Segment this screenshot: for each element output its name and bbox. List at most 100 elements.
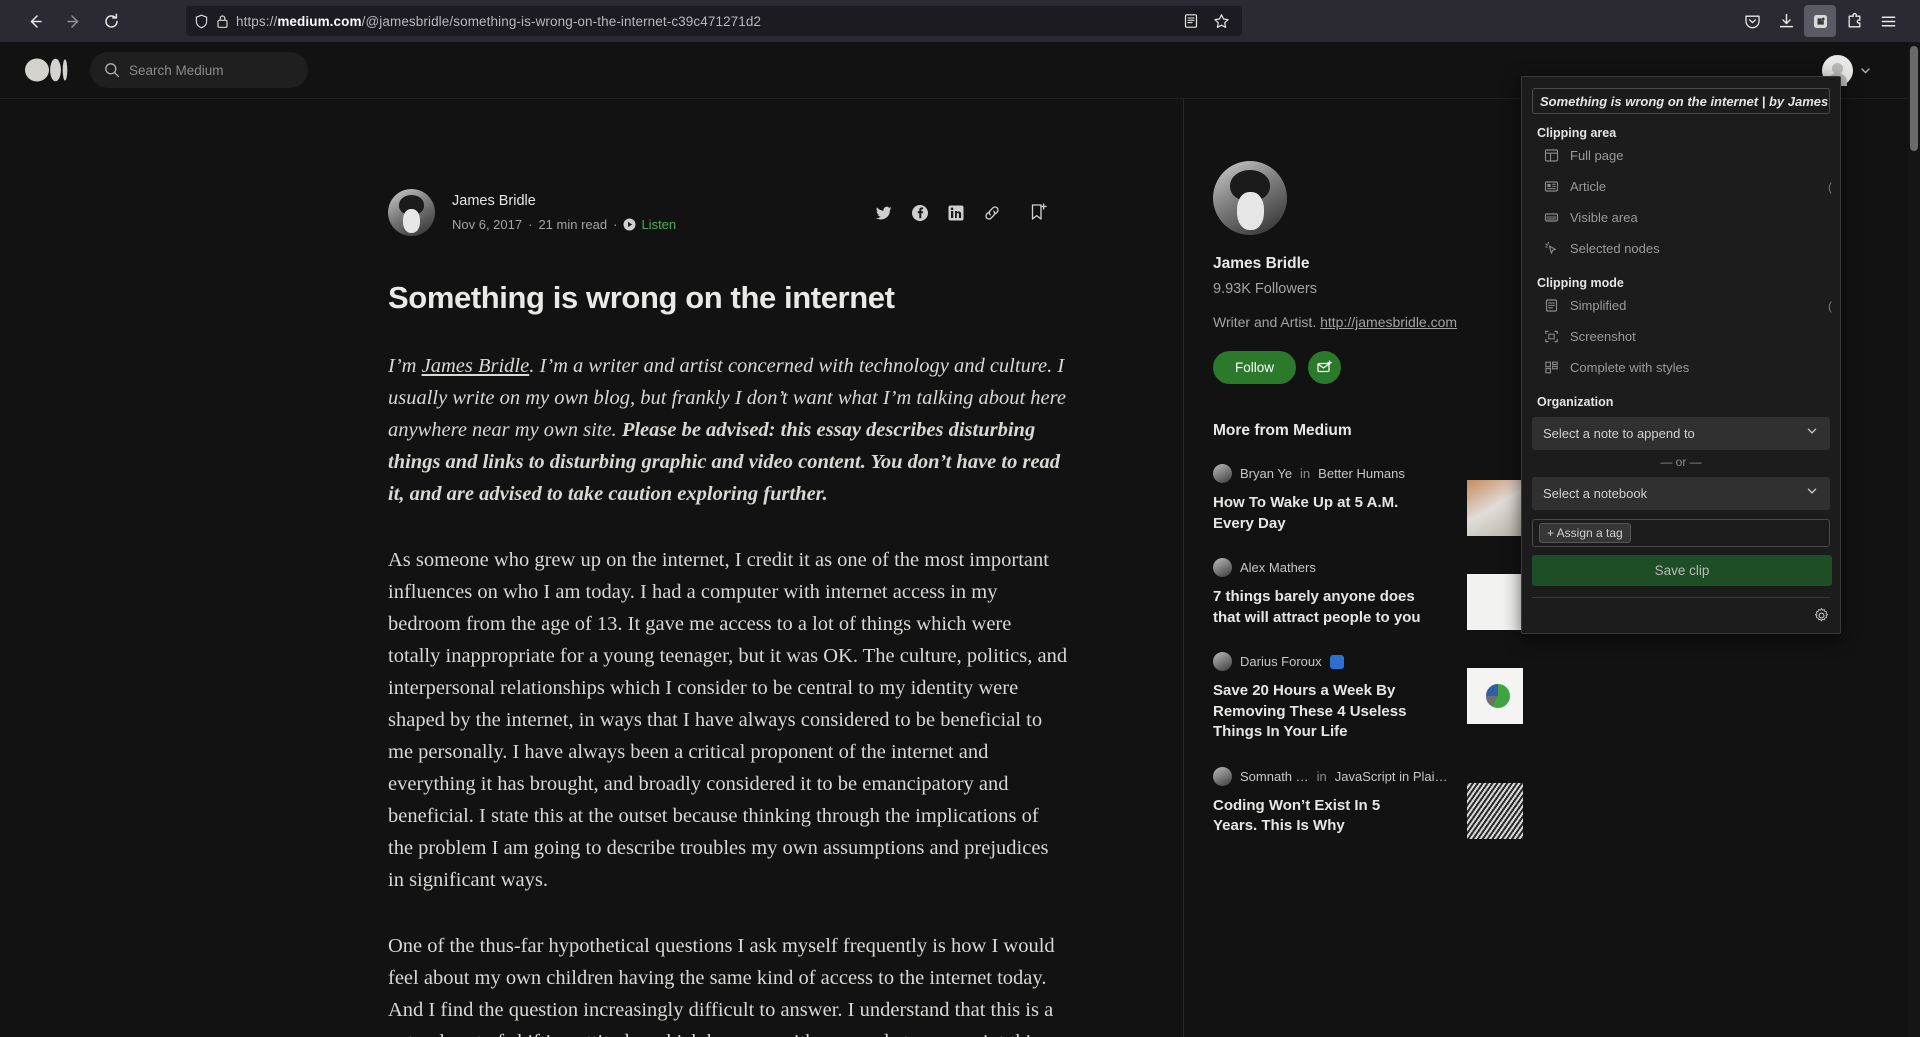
author-link[interactable]: James Bridle — [422, 355, 530, 377]
note-append-dropdown[interactable]: Select a note to append to — [1532, 417, 1830, 450]
page-title: Something is wrong on the internet — [388, 280, 895, 315]
rec-publication: Better Humans — [1318, 466, 1405, 481]
article-lead-paragraph: I’m James Bridle. I’m a writer and artis… — [388, 350, 1068, 510]
clip-title-text: Something is wrong on the internet | by … — [1540, 93, 1830, 109]
author-avatar[interactable] — [388, 189, 435, 236]
chevron-down-icon[interactable] — [1859, 64, 1872, 77]
pocket-button[interactable] — [1736, 5, 1768, 37]
page-scrollbar[interactable] — [1908, 42, 1920, 1037]
clip-option-label: Simplified — [1570, 298, 1627, 313]
facebook-icon — [912, 204, 928, 221]
forward-button[interactable] — [56, 4, 90, 38]
assign-tag-button[interactable]: + Assign a tag — [1539, 523, 1631, 543]
share-twitter-button[interactable] — [875, 204, 893, 222]
downloads-button[interactable] — [1770, 5, 1802, 37]
subscribe-button[interactable] — [1308, 351, 1342, 384]
share-facebook-button[interactable] — [911, 204, 929, 222]
email-subscribe-icon — [1317, 360, 1332, 373]
bio-text: Writer and Artist. — [1213, 314, 1321, 330]
evernote-clipper-panel: Something is wrong on the internet | by … — [1521, 76, 1841, 634]
reader-view-button[interactable] — [1178, 8, 1204, 34]
back-arrow-icon — [30, 14, 42, 28]
rec-avatar — [1213, 652, 1232, 671]
rec-avatar — [1213, 558, 1232, 577]
share-linkedin-button[interactable] — [947, 204, 965, 222]
forward-arrow-icon — [66, 14, 78, 28]
bio-website-link[interactable]: http://jamesbridle.com — [1320, 314, 1457, 330]
clip-option-label: Complete with styles — [1570, 360, 1690, 375]
list-item[interactable]: Somnath … in JavaScript in Plai… Coding … — [1213, 766, 1523, 839]
list-item[interactable]: Bryan Ye in Better Humans How To Wake Up… — [1213, 464, 1523, 536]
bookmark-button[interactable] — [1208, 8, 1234, 34]
article-column: James Bridle Nov 6, 2017 · 21 min read ·… — [0, 99, 1184, 1037]
download-icon — [1779, 13, 1793, 27]
clip-option-visible-area[interactable]: Visible area — [1522, 202, 1840, 233]
rec-title: Save 20 Hours a Week By Removing These 4… — [1213, 682, 1407, 740]
clip-option-label: Full page — [1570, 148, 1624, 163]
clip-title-field[interactable]: Something is wrong on the internet | by … — [1532, 88, 1830, 114]
clip-mode-simplified[interactable]: Simplified ( — [1522, 290, 1840, 321]
clipping-mode-heading: Clipping mode — [1537, 276, 1624, 290]
follow-button[interactable]: Follow — [1213, 351, 1297, 384]
rec-author-name: Alex Mathers — [1240, 560, 1316, 575]
full-page-icon — [1544, 148, 1559, 163]
search-icon — [105, 63, 120, 78]
rec-title: 7 things barely anyone does that will at… — [1213, 588, 1421, 626]
rec-title: Coding Won’t Exist In 5 Years. This Is W… — [1213, 796, 1381, 835]
lead-prefix: I’m — [388, 355, 422, 377]
byline-meta: Nov 6, 2017 · 21 min read · Listen — [452, 217, 676, 232]
browser-extension-toolbar — [1736, 5, 1910, 37]
save-clip-button[interactable]: Save clip — [1532, 555, 1832, 586]
publish-date: Nov 6, 2017 — [452, 217, 523, 232]
search-input[interactable]: Search Medium — [90, 52, 308, 88]
medium-logo[interactable] — [25, 58, 68, 82]
list-item[interactable]: Darius Foroux Save 20 Hours a Week By Re… — [1213, 652, 1523, 743]
article-byline: James Bridle Nov 6, 2017 · 21 min read ·… — [388, 189, 1048, 236]
evernote-clipper-button[interactable] — [1804, 5, 1836, 37]
link-icon — [985, 205, 999, 220]
clip-option-full-page[interactable]: Full page — [1522, 140, 1840, 171]
navigation-buttons — [18, 4, 128, 38]
article-paragraph: One of the thus-far hypothetical questio… — [388, 935, 1055, 1037]
clip-option-selected-nodes[interactable]: Selected nodes — [1522, 233, 1840, 264]
rec-author-name: Bryan Ye — [1240, 466, 1293, 481]
clip-option-article[interactable]: Article ( — [1522, 171, 1840, 202]
page-viewport: Search Medium James Bridle Nov 6, 2017 ·… — [0, 42, 1920, 1037]
rec-thumbnail — [1467, 668, 1523, 724]
screenshot-icon — [1544, 329, 1559, 344]
browser-toolbar: https://medium.com/@jamesbridle/somethin… — [0, 0, 1920, 42]
settings-gear-icon[interactable] — [1813, 607, 1830, 624]
extensions-button[interactable] — [1838, 5, 1870, 37]
rec-author-name: Somnath … — [1240, 768, 1309, 784]
tag-field[interactable]: + Assign a tag — [1532, 519, 1830, 547]
or-divider-text: — or — — [1660, 455, 1702, 469]
scrollbar-thumb[interactable] — [1910, 46, 1918, 151]
rec-title: How To Wake Up at 5 A.M. Every Day — [1213, 494, 1399, 532]
article-share-actions — [875, 202, 1048, 223]
copy-link-button[interactable] — [983, 204, 1001, 222]
chevron-down-icon — [1805, 484, 1819, 503]
author-name[interactable]: James Bridle — [452, 193, 676, 209]
save-bookmark-button[interactable] — [1029, 202, 1048, 223]
lock-icon — [217, 14, 228, 28]
address-bar[interactable]: https://medium.com/@jamesbridle/somethin… — [186, 6, 1242, 36]
byline-text: James Bridle Nov 6, 2017 · 21 min read ·… — [452, 193, 676, 232]
url-text: https://medium.com/@jamesbridle/somethin… — [236, 13, 762, 29]
notebook-dropdown[interactable]: Select a notebook — [1532, 477, 1830, 510]
reader-view-icon — [1184, 14, 1198, 28]
reload-button[interactable] — [94, 4, 128, 38]
read-time: 21 min read — [538, 217, 608, 232]
listen-label: Listen — [641, 217, 677, 232]
list-item[interactable]: Alex Mathers 7 things barely anyone does… — [1213, 558, 1523, 630]
clip-mode-screenshot[interactable]: Screenshot — [1522, 321, 1840, 352]
clip-mode-complete-with-styles[interactable]: Complete with styles — [1522, 352, 1840, 383]
app-menu-button[interactable] — [1872, 5, 1904, 37]
back-button[interactable] — [18, 4, 52, 38]
meta-separator-1: · — [528, 217, 533, 232]
play-circle-icon — [623, 218, 636, 231]
linkedin-icon — [948, 205, 964, 220]
meta-separator-2: · — [613, 217, 618, 232]
listen-button[interactable]: Listen — [623, 217, 676, 232]
sidebar-author-avatar[interactable] — [1213, 161, 1287, 235]
evernote-clipper-icon — [1813, 14, 1827, 28]
